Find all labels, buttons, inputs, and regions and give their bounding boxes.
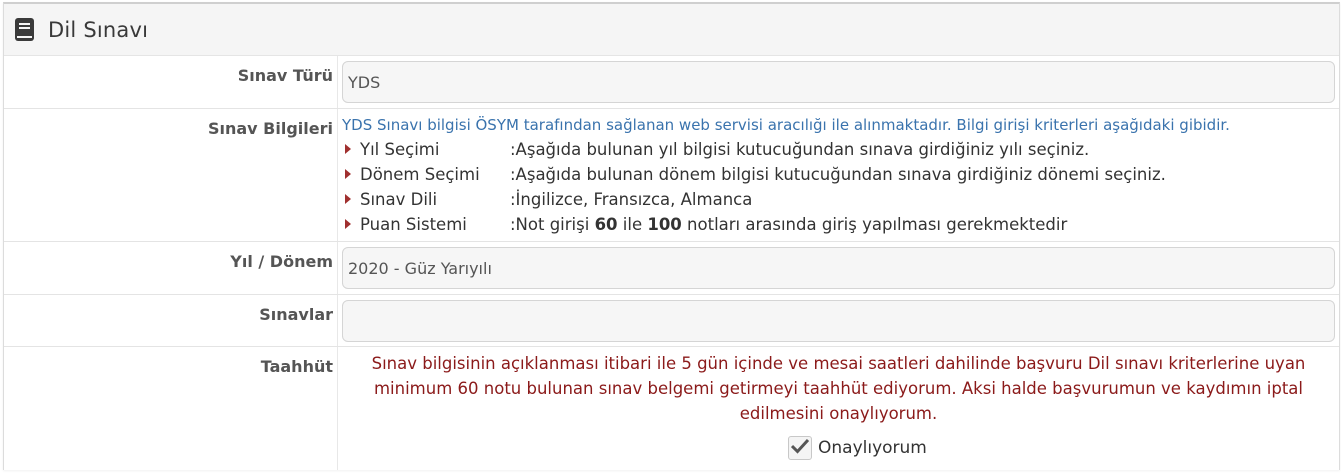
arrow-right-icon (345, 194, 351, 204)
approve-label[interactable]: Onaylıyorum (818, 438, 927, 458)
panel-header: Dil Sınavı (4, 4, 1339, 56)
arrow-right-icon (345, 144, 351, 154)
exam-type-label: Sınav Türü (4, 56, 338, 108)
criteria-item: Dönem Seçimi:Aşağıda bulunan dönem bilgi… (342, 165, 1166, 184)
exam-type-row: Sınav Türü YDS (4, 56, 1339, 109)
exams-field[interactable] (342, 300, 1335, 342)
criteria-item: Sınav Dili:İngilizce, Fransızca, Almanca (342, 190, 752, 209)
book-icon (14, 17, 36, 43)
arrow-right-icon (345, 219, 351, 229)
exams-label: Sınavlar (4, 295, 338, 346)
exams-row: Sınavlar (4, 295, 1339, 347)
year-term-label: Yıl / Dönem (4, 242, 338, 294)
criteria-item: Puan Sistemi:Not girişi 60 ile 100 notla… (342, 215, 1067, 234)
exam-info-label: Sınav Bilgileri (4, 109, 338, 241)
exam-type-field[interactable]: YDS (342, 61, 1335, 103)
pledge-text: Sınav bilgisinin açıklanması itibari ile… (371, 354, 1306, 423)
year-term-row: Yıl / Dönem 2020 - Güz Yarıyılı (4, 242, 1339, 295)
exam-info-intro: YDS Sınavı bilgisi ÖSYM tarafından sağla… (342, 116, 1230, 134)
language-exam-panel: Dil Sınavı Sınav Türü YDS Sınav Bilgiler… (3, 2, 1340, 470)
arrow-right-icon (345, 169, 351, 179)
approve-checkbox-group[interactable]: Onaylıyorum (788, 436, 927, 460)
approve-checkbox[interactable] (788, 436, 812, 460)
panel-title: Dil Sınavı (48, 17, 149, 42)
exam-info-row: Sınav Bilgileri YDS Sınavı bilgisi ÖSYM … (4, 109, 1339, 242)
year-term-select[interactable]: 2020 - Güz Yarıyılı (342, 247, 1335, 289)
criteria-item: Yıl Seçimi:Aşağıda bulunan yıl bilgisi k… (342, 140, 1089, 159)
checkmark-icon (790, 438, 810, 458)
pledge-label: Taahhüt (4, 347, 338, 470)
pledge-row: Taahhüt Sınav bilgisinin açıklanması iti… (4, 347, 1339, 470)
